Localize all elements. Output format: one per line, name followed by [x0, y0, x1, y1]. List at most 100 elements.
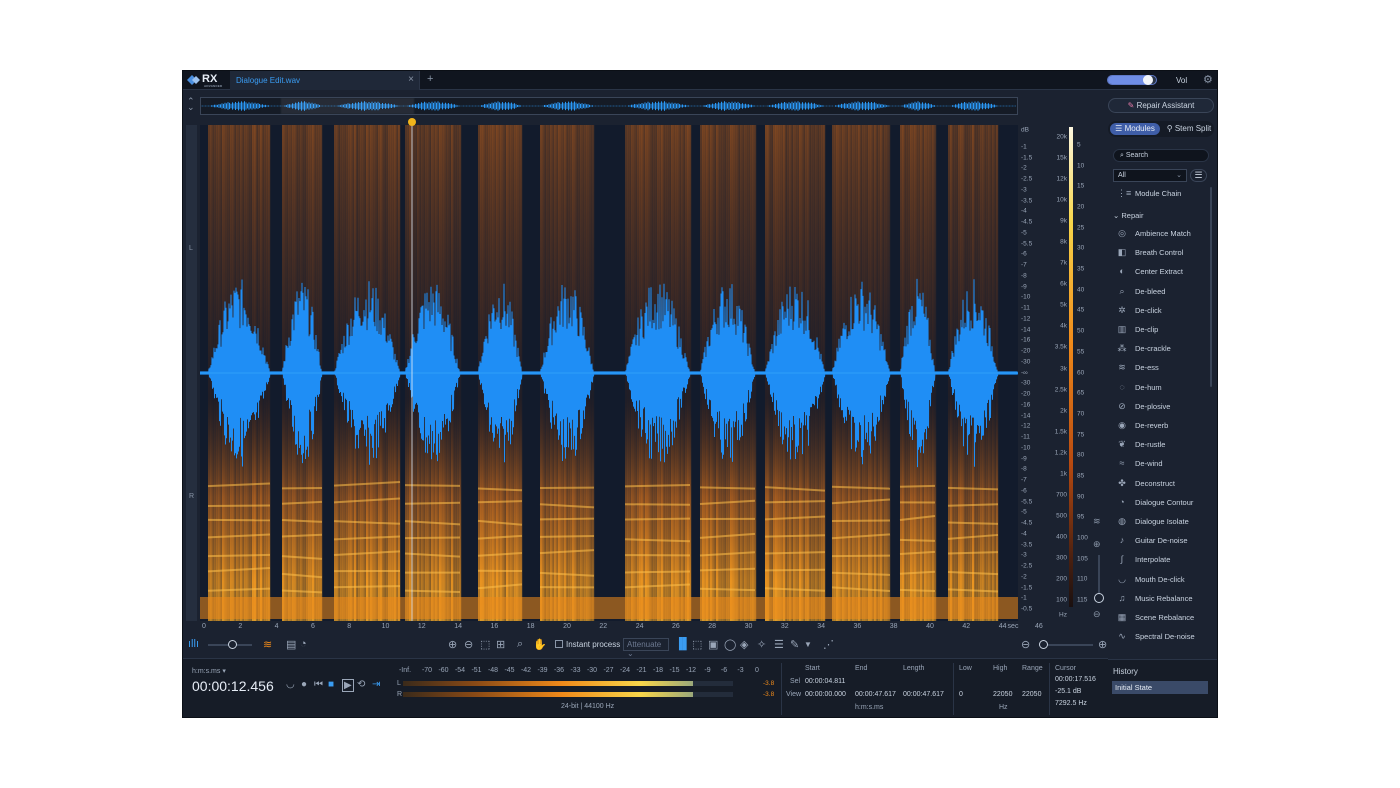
new-tab-button[interactable]: + [427, 73, 433, 85]
zoom-out-horizontal-icon[interactable]: ⊖ [1021, 638, 1030, 651]
history-entry[interactable]: Initial State [1112, 681, 1208, 694]
zoom-in-icon[interactable]: ⊕ [448, 638, 457, 651]
play-button[interactable]: ▶ [342, 679, 354, 692]
stop-button[interactable]: ■ [328, 679, 334, 690]
list-view-button[interactable]: ☰ [1190, 169, 1207, 182]
view-start-value[interactable]: 00:00:00.000 [805, 691, 846, 698]
module-item[interactable]: ▦ Scene Rebalance [1110, 609, 1210, 626]
zoom-in-vertical-icon[interactable]: ⊕ [1093, 539, 1101, 550]
module-item[interactable]: ≋ De-ess [1110, 359, 1210, 376]
color-tick-label: 35 [1077, 265, 1085, 273]
horizontal-zoom-knob[interactable] [1039, 640, 1048, 649]
zoom-in-horizontal-icon[interactable]: ⊕ [1098, 638, 1107, 651]
play-selection-button[interactable]: ⇥ [372, 679, 380, 690]
vertical-zoom-knob[interactable] [1094, 593, 1104, 603]
display-blend-slider[interactable] [208, 640, 252, 649]
zoom-out-icon[interactable]: ⊖ [464, 638, 473, 651]
zoom-fit-icon[interactable]: ⊞ [496, 638, 505, 651]
close-tab-icon[interactable]: × [408, 74, 414, 85]
module-item[interactable]: ≈ De-wind [1110, 455, 1210, 472]
module-item[interactable]: ∿ Spectral De-noise [1110, 628, 1210, 645]
module-item[interactable]: ◡ Mouth De-click [1110, 571, 1210, 588]
module-item[interactable]: ◎ Ambience Match [1110, 225, 1210, 242]
lasso-tool-icon[interactable]: ◯ [724, 638, 736, 651]
markers-icon[interactable]: ◔ [300, 638, 307, 650]
time-frequency-selection-icon[interactable]: ▣ [708, 638, 718, 651]
range-value[interactable]: 22050 [1022, 691, 1041, 698]
tab-dialogue-edit[interactable]: Dialogue Edit.wav × [230, 71, 420, 90]
monitor-headphones-icon[interactable]: ◡ [286, 679, 295, 690]
pencil-tool-icon[interactable]: ✎ [790, 638, 799, 651]
module-chain-item[interactable]: ⋮≡ Module Chain [1110, 185, 1210, 202]
time-unit-label: sec [1007, 623, 1019, 630]
tab-modules[interactable]: ☰ Modules [1110, 123, 1160, 135]
waveform-overview[interactable] [200, 97, 1018, 115]
module-list-scrollbar[interactable] [1210, 187, 1212, 387]
module-item[interactable]: ⌕ De-bleed [1110, 283, 1210, 300]
module-item[interactable]: ⊘ De-plosive [1110, 398, 1210, 415]
repair-section-header[interactable]: ⌄ Repair [1113, 211, 1143, 220]
time-selection-icon[interactable]: ▐▌ [675, 638, 691, 650]
color-tick-label: 30 [1077, 244, 1085, 252]
module-item[interactable]: ◐ Center Extract [1110, 263, 1210, 280]
db-tick-label: -3 [1021, 551, 1027, 559]
view-end-value[interactable]: 00:00:47.617 [855, 691, 896, 698]
module-item[interactable]: ◉ De-reverb [1110, 417, 1210, 434]
dither-settings-icon[interactable]: ⚙ [1203, 73, 1213, 86]
go-to-start-button[interactable]: ⏮ [314, 679, 323, 690]
harmonic-selection-icon[interactable]: ☰ [774, 638, 784, 651]
waveform-view-icon[interactable]: ıllı [188, 638, 199, 650]
volume-slider-knob[interactable] [1142, 75, 1153, 85]
instant-process-mode-select[interactable]: Attenuate ⌄ [623, 638, 669, 658]
fade-tool-icon[interactable]: ⋰ [823, 638, 834, 651]
collapse-overview-icon[interactable]: ⌃ ⌄ [187, 97, 195, 112]
timecode-format-select[interactable]: h:m:s.ms ▾ [192, 667, 226, 675]
repair-assistant-button[interactable]: ✎ Repair Assistant [1108, 98, 1214, 113]
hand-tool-icon[interactable]: ✋ [533, 638, 547, 651]
instant-process-checkbox[interactable] [555, 640, 563, 648]
module-item[interactable]: ◌ De-hum [1110, 379, 1210, 396]
module-search-input[interactable]: ⌕ Search [1113, 149, 1209, 162]
color-tick-label: 25 [1077, 224, 1085, 232]
zoom-tool-icon[interactable]: ⌕ [517, 638, 523, 651]
display-blend-knob[interactable] [228, 640, 237, 649]
module-item[interactable]: ⁂ De-crackle [1110, 340, 1210, 357]
zoom-out-vertical-icon[interactable]: ⊖ [1093, 609, 1101, 620]
repair-assistant-icon: ✎ [1127, 101, 1135, 110]
instant-process-toggle[interactable]: Instant process [555, 640, 620, 649]
db-tick-label: -4.5 [1021, 519, 1033, 527]
vertical-zoom-control: ≋ ⊕ ⊖ [1091, 501, 1107, 621]
module-item[interactable]: ❦ De-rustle [1110, 436, 1210, 453]
hz-tick-label: 15k [1056, 154, 1067, 162]
module-item[interactable]: ♫ Music Rebalance [1110, 590, 1210, 607]
view-length-value[interactable]: 00:00:47.617 [903, 691, 944, 698]
chevron-down-icon[interactable]: ▼ [804, 640, 812, 649]
waveform-spectrogram-toggle-icon[interactable]: ≋ [1093, 516, 1101, 527]
module-item[interactable]: ◍ Dialogue Isolate [1110, 513, 1210, 530]
volume-slider[interactable] [1107, 75, 1157, 85]
module-item[interactable]: ∫ Interpolate [1110, 551, 1210, 568]
brush-tool-icon[interactable]: ◈ [740, 638, 748, 651]
module-filter-select[interactable]: All ⌄ [1113, 169, 1187, 182]
high-value[interactable]: 22050 [993, 691, 1012, 698]
repair-assistant-label: Repair Assistant [1136, 101, 1195, 110]
low-value[interactable]: 0 [959, 691, 963, 698]
magic-wand-icon[interactable]: ✧ [757, 638, 766, 651]
frequency-selection-icon[interactable]: ⬚ [692, 638, 702, 651]
module-item[interactable]: ✤ Deconstruct [1110, 475, 1210, 492]
sel-start-value[interactable]: 00:00:04.811 [805, 678, 845, 685]
spectrogram-view-icon[interactable]: ≋ [263, 638, 272, 651]
module-item[interactable]: ✲ De-click [1110, 302, 1210, 319]
module-item[interactable]: ◔ Dialogue Contour [1110, 494, 1210, 511]
playhead-marker[interactable] [408, 118, 416, 126]
spectrogram-display[interactable] [200, 125, 1018, 621]
spectrogram-settings-icon[interactable]: ▤ [286, 638, 296, 651]
record-button[interactable]: ● [301, 679, 307, 690]
module-item[interactable]: ◧ Breath Control [1110, 244, 1210, 261]
module-item[interactable]: ▥ De-clip [1110, 321, 1210, 338]
zoom-selection-icon[interactable]: ⬚ [480, 638, 490, 651]
tab-stem-split[interactable]: ⚲ Stem Split [1164, 123, 1214, 135]
loop-button[interactable]: ⟲ [357, 679, 365, 690]
module-label: Dialogue Isolate [1135, 517, 1189, 526]
module-item[interactable]: ♪ Guitar De-noise [1110, 532, 1210, 549]
